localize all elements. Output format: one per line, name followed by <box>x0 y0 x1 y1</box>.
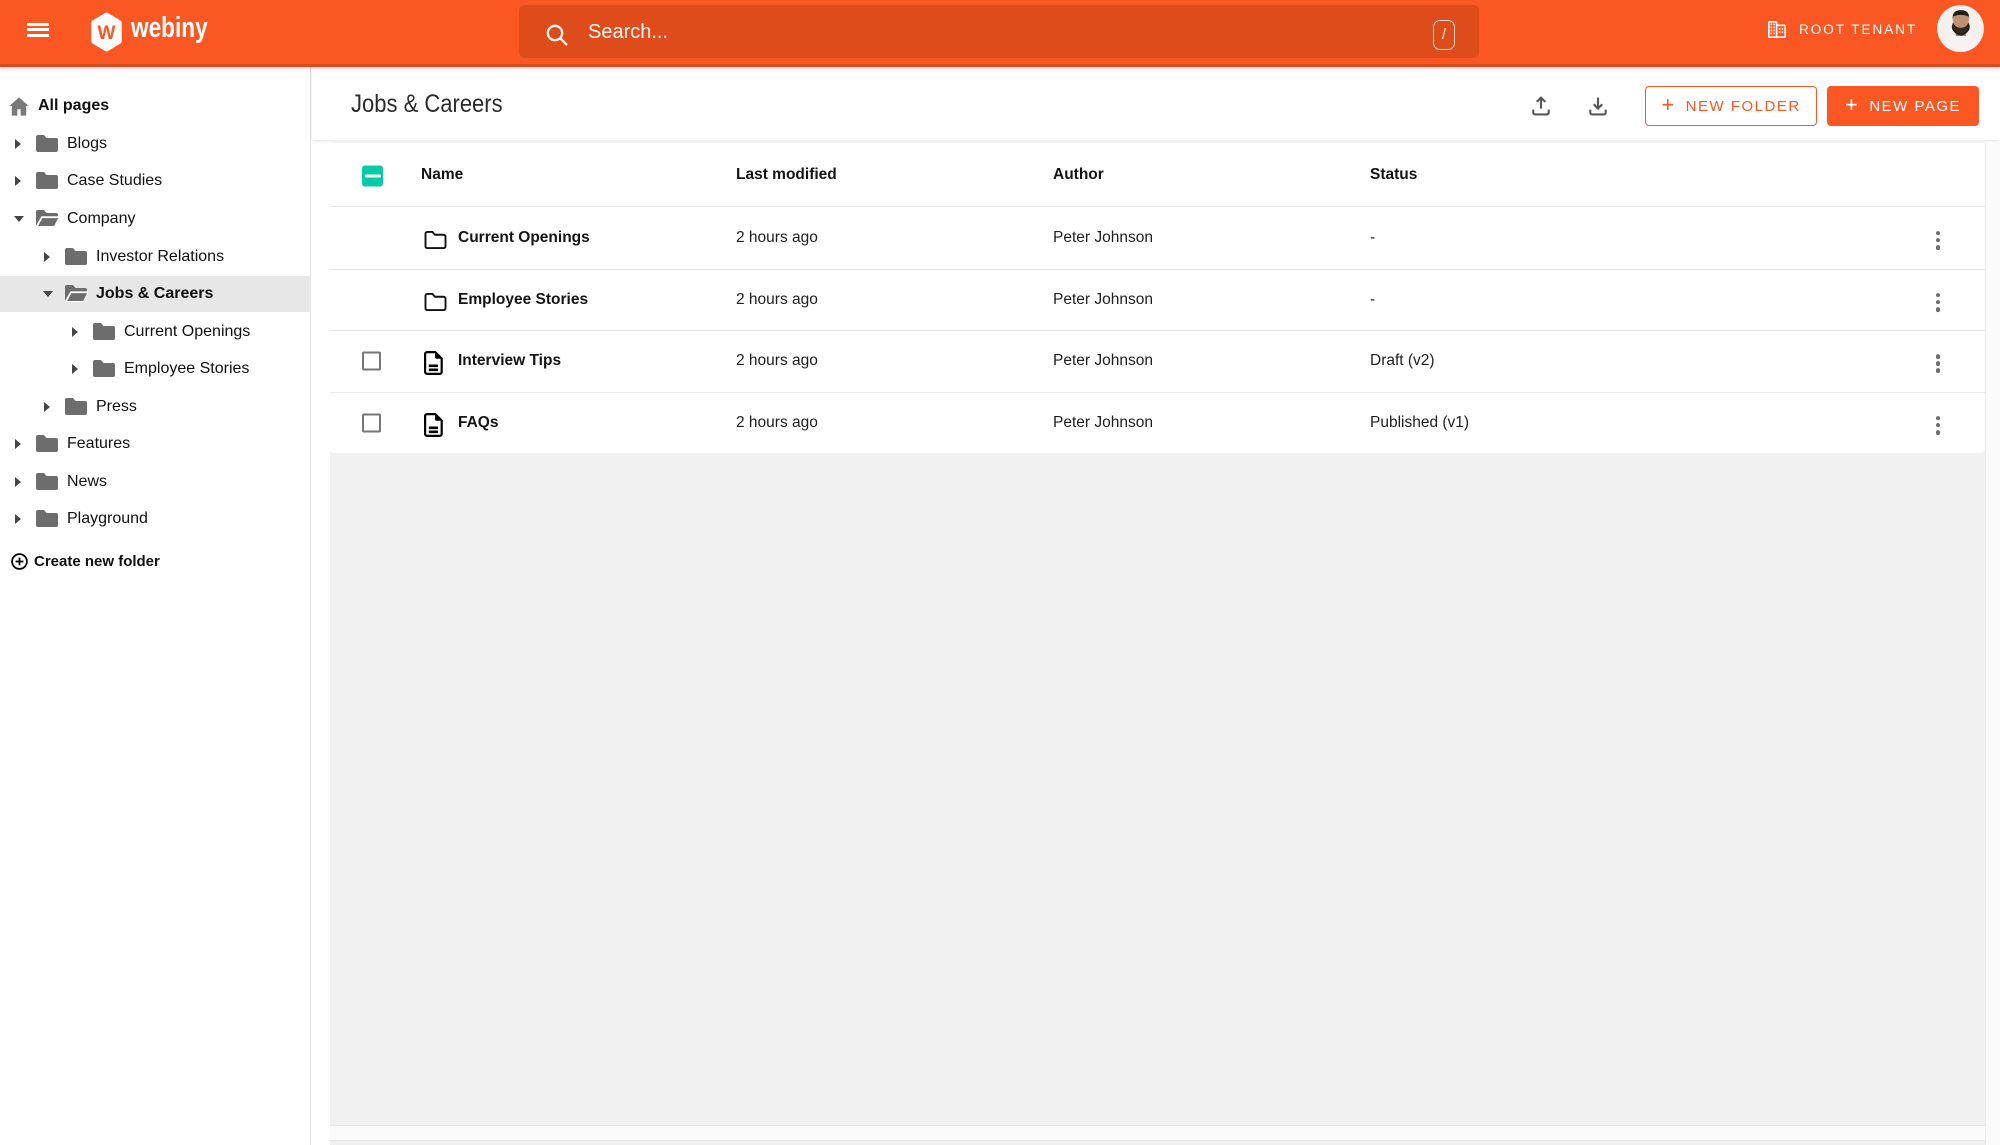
svg-text:W: W <box>98 23 116 44</box>
